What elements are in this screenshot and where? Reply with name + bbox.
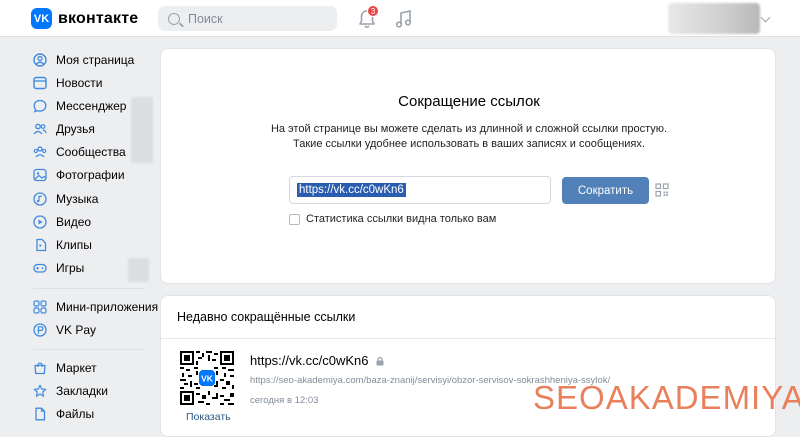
video-icon bbox=[33, 215, 47, 229]
music-icon bbox=[33, 192, 47, 206]
sidebar-item-music[interactable]: Музыка bbox=[33, 189, 98, 209]
avatar[interactable] bbox=[668, 3, 760, 34]
recent-short-url[interactable]: https://vk.cc/c0wKn6 bbox=[250, 353, 385, 368]
sidebar-item-label: Игры bbox=[56, 261, 85, 275]
communities-icon bbox=[33, 145, 47, 159]
vk-logo-icon: VK bbox=[31, 8, 52, 29]
qr-code-icon[interactable] bbox=[655, 183, 669, 197]
sidebar-item-photos[interactable]: Фотографии bbox=[33, 165, 125, 185]
sidebar-item-files[interactable]: Файлы bbox=[33, 404, 94, 424]
search-input[interactable] bbox=[188, 11, 328, 26]
recent-links-title: Недавно сокращённые ссылки bbox=[177, 310, 356, 324]
show-qr-link[interactable]: Показать bbox=[186, 411, 231, 423]
page-title: Сокращение ссылок bbox=[398, 93, 540, 110]
sidebar-item-label: Новости bbox=[56, 76, 103, 90]
logo-text: вконтакте bbox=[58, 9, 139, 27]
photo-icon bbox=[33, 168, 47, 182]
sidebar-item-label: Клипы bbox=[56, 238, 92, 252]
users-icon bbox=[33, 122, 47, 136]
star-icon bbox=[33, 384, 47, 398]
sidebar-item-label: Сообщества bbox=[56, 145, 126, 159]
url-input-value[interactable]: https://vk.cc/c0wKn6 bbox=[297, 183, 406, 197]
vk-logo[interactable]: VK вконтакте bbox=[31, 8, 138, 29]
gamepad-icon bbox=[33, 261, 47, 275]
message-icon bbox=[33, 99, 47, 113]
watermark: SEOAKADEMIYA bbox=[533, 379, 800, 416]
sidebar-item-market[interactable]: Маркет bbox=[33, 358, 97, 378]
sidebar-item-friends[interactable]: Друзья bbox=[33, 119, 95, 139]
shortener-card: Сокращение ссылок На этой странице вы мо… bbox=[160, 48, 776, 284]
stats-private-label[interactable]: Статистика ссылки видна только вам bbox=[306, 213, 496, 225]
sidebar-item-label: VK Pay bbox=[56, 323, 97, 337]
sidebar-item-games[interactable]: Игры bbox=[33, 258, 84, 278]
description-line-2: Такие ссылки удобнее использовать в ваши… bbox=[293, 138, 645, 150]
sidebar-item-label: Маркет bbox=[56, 361, 97, 375]
recent-divider bbox=[161, 338, 775, 339]
notifications-badge: 3 bbox=[367, 5, 379, 17]
short-url-text[interactable]: https://vk.cc/c0wKn6 bbox=[250, 353, 369, 368]
sidebar-item-label: Фотографии bbox=[56, 168, 125, 182]
sidebar-item-bookmarks[interactable]: Закладки bbox=[33, 381, 108, 401]
sidebar-item-label: Файлы bbox=[56, 407, 95, 421]
blurred-counter bbox=[128, 258, 149, 282]
qr-code-image: VK bbox=[180, 351, 234, 405]
recent-timestamp: сегодня в 12:03 bbox=[250, 395, 319, 406]
apps-icon bbox=[33, 300, 47, 314]
top-header: VK вконтакте 3 bbox=[0, 0, 800, 37]
music-icon[interactable] bbox=[395, 9, 413, 29]
vkpay-icon bbox=[33, 323, 47, 337]
user-circle-icon bbox=[33, 53, 47, 67]
blurred-counter bbox=[131, 97, 153, 163]
file-icon bbox=[33, 407, 47, 421]
description-line-1: На этой странице вы можете сделать из дл… bbox=[270, 123, 668, 135]
sidebar-item-label: Друзья bbox=[56, 122, 95, 136]
sidebar-item-clips[interactable]: Клипы bbox=[33, 235, 92, 255]
shortener-description: На этой странице вы можете сделать из дл… bbox=[161, 122, 777, 152]
search-box[interactable] bbox=[158, 6, 337, 31]
sidebar-item-communities[interactable]: Сообщества bbox=[33, 142, 126, 162]
sidebar-item-label: Музыка bbox=[56, 192, 99, 206]
lock-icon bbox=[376, 356, 383, 365]
stats-private-checkbox[interactable] bbox=[289, 214, 300, 225]
sidebar-divider bbox=[33, 288, 145, 289]
newspaper-icon bbox=[33, 76, 47, 90]
sidebar-item-label: Видео bbox=[56, 215, 92, 229]
sidebar-item-my-page[interactable]: Моя страница bbox=[33, 50, 134, 70]
sidebar-item-news[interactable]: Новости bbox=[33, 73, 102, 93]
search-icon bbox=[168, 12, 180, 25]
sidebar-item-mini-apps[interactable]: Мини-приложения bbox=[33, 297, 158, 317]
sidebar-item-label: Закладки bbox=[56, 384, 108, 398]
chevron-down-icon[interactable] bbox=[760, 12, 771, 23]
market-icon bbox=[33, 361, 47, 375]
sidebar-item-label: Моя страница bbox=[56, 53, 135, 67]
shorten-button[interactable]: Сократить bbox=[562, 177, 649, 204]
sidebar-divider bbox=[33, 349, 145, 350]
sidebar-item-label: Мессенджер bbox=[56, 99, 127, 113]
url-input[interactable]: https://vk.cc/c0wKn6 bbox=[289, 176, 669, 204]
sidebar-item-video[interactable]: Видео bbox=[33, 212, 91, 232]
svg-text:VK: VK bbox=[201, 373, 213, 383]
sidebar-item-label: Мини-приложения bbox=[56, 300, 159, 314]
clips-icon bbox=[33, 238, 47, 252]
sidebar-item-messenger[interactable]: Мессенджер bbox=[33, 96, 126, 116]
sidebar-item-vk-pay[interactable]: VK Pay bbox=[33, 320, 96, 340]
